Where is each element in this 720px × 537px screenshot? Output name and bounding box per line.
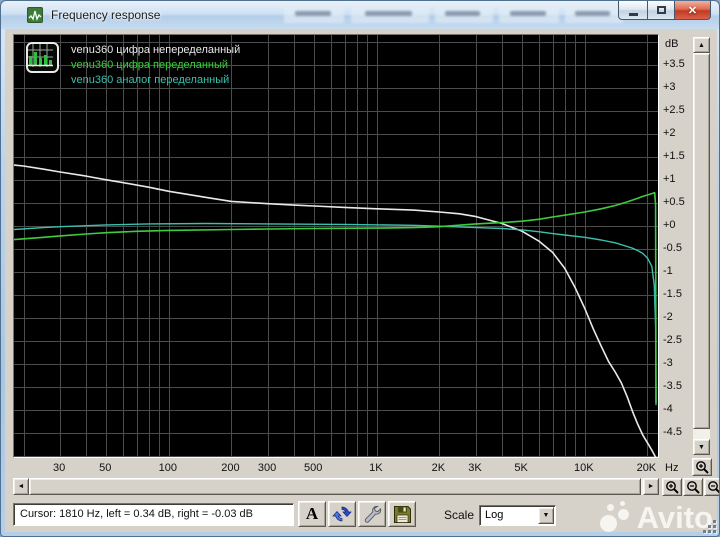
y-tick-label: -0.5 [663, 241, 682, 254]
zoom-in-x-button[interactable] [662, 478, 682, 496]
y-tick-label: -1.5 [663, 287, 682, 300]
vertical-scrollbar-thumb[interactable] [693, 53, 710, 429]
x-tick-label: 500 [304, 462, 323, 474]
spectrum-mode-button[interactable] [26, 42, 59, 73]
legend-item[interactable]: venu360 цифра непеределанный [71, 43, 240, 58]
y-tick-label: -2 [663, 310, 673, 323]
x-tick-label: 50 [99, 462, 112, 474]
cursor-readout: Cursor: 1810 Hz, left = 0.34 dB, right =… [13, 503, 294, 526]
wrench-icon [364, 505, 382, 523]
y-tick-label: -4.5 [663, 425, 682, 438]
y-tick-label: +0 [663, 218, 676, 231]
scroll-right-button[interactable]: ► [643, 478, 659, 495]
y-tick-label: -2.5 [663, 333, 682, 346]
maximize-button[interactable] [647, 1, 675, 20]
refresh-arrows-icon [332, 506, 352, 522]
window-title: Frequency response [51, 8, 161, 22]
zoom-reset-button[interactable] [704, 478, 719, 496]
curve [14, 164, 657, 457]
combo-dropdown-button[interactable]: ▼ [538, 507, 554, 524]
maximize-icon [656, 6, 666, 14]
x-tick-label: 30 [53, 462, 66, 474]
zoom-out-x-button[interactable] [683, 478, 703, 496]
legend: venu360 цифра непеределанный venu360 цифр… [26, 42, 240, 88]
frequency-response-window: Frequency response ✕ venu360 цифра непер… [0, 0, 720, 537]
y-tick-label: -3 [663, 356, 673, 369]
magnifier-minus-icon [687, 481, 700, 494]
title-bar[interactable]: Frequency response ✕ [1, 1, 719, 29]
y-tick-label: +1.5 [663, 149, 685, 162]
minimize-button[interactable] [618, 1, 647, 20]
legend-item[interactable]: venu360 аналог переделанный [71, 73, 240, 88]
plot-area[interactable]: venu360 цифра непеределанный venu360 цифр… [13, 34, 659, 458]
y-tick-label: -1 [663, 264, 673, 277]
save-button[interactable] [388, 501, 416, 527]
magnifier-plus-icon [696, 461, 709, 474]
refresh-button[interactable] [328, 501, 356, 527]
scroll-up-button[interactable]: ▲ [693, 37, 710, 53]
x-tick-label: 3K [468, 462, 482, 474]
y-tick-label: +2 [663, 126, 676, 139]
horizontal-scrollbar[interactable]: ◄ ► [13, 478, 659, 495]
y-axis-labels: +3.5 +3 +2.5 +2 +1.5 +1 +0.5 +0 -0.5 -1 -1.5 -2 -2.5… [663, 29, 693, 461]
legend-item[interactable]: venu360 цифра переделанный [71, 58, 240, 73]
x-tick-label: 1K [369, 462, 383, 474]
close-button[interactable]: ✕ [675, 1, 711, 20]
chevron-down-icon: ▼ [542, 512, 550, 519]
curve [14, 222, 657, 406]
background-window-tab [284, 5, 344, 23]
floppy-disk-icon [393, 505, 411, 523]
scale-label: Scale [444, 508, 475, 522]
y-tick-label: -4 [663, 402, 673, 415]
magnifier-plus-icon [666, 481, 679, 494]
client-area: venu360 цифра непеределанный venu360 цифр… [5, 29, 719, 532]
vertical-scrollbar[interactable]: ▲ ▼ [693, 37, 710, 455]
x-axis-unit: Hz [665, 462, 679, 474]
scale-combobox[interactable]: Log ▼ [479, 505, 556, 526]
horizontal-scrollbar-thumb[interactable] [29, 478, 641, 495]
app-waveform-icon [27, 7, 43, 23]
x-axis-labels: 30 50 100 200 300 500 1K 2K 3K 5K 10K 20K [5, 459, 665, 477]
font-button[interactable]: A [298, 501, 326, 527]
y-tick-label: +0.5 [663, 195, 685, 208]
x-tick-label: 20K [636, 462, 657, 474]
scroll-left-button[interactable]: ◄ [13, 478, 29, 495]
scale-value: Log [485, 509, 504, 521]
x-tick-label: 10K [573, 462, 594, 474]
minimize-icon [628, 12, 638, 16]
y-tick-label: +1 [663, 172, 676, 185]
y-tick-label: +3.5 [663, 57, 685, 70]
y-tick-label: -3.5 [663, 379, 682, 392]
frequency-response-chart [14, 35, 658, 457]
x-tick-label: 100 [158, 462, 178, 474]
background-window-tab [351, 5, 429, 23]
background-window-tab [565, 5, 623, 23]
x-tick-label: 5K [514, 462, 528, 474]
background-window-tab [499, 5, 559, 23]
font-a-icon: A [305, 504, 319, 523]
y-tick-label: +2.5 [663, 103, 685, 116]
x-tick-label: 2K [431, 462, 446, 474]
close-icon: ✕ [687, 4, 698, 17]
mini-spectrum-icon [28, 44, 53, 67]
background-window-tab [435, 5, 493, 23]
settings-button[interactable] [358, 501, 386, 527]
x-tick-label: 200 [221, 462, 240, 474]
magnifier-minus-icon [708, 481, 719, 494]
zoom-in-y-button[interactable] [692, 458, 712, 476]
scroll-down-button[interactable]: ▼ [693, 439, 710, 455]
resize-grip[interactable] [702, 519, 716, 533]
x-tick-label: 300 [257, 462, 277, 474]
y-tick-label: +3 [663, 80, 676, 93]
